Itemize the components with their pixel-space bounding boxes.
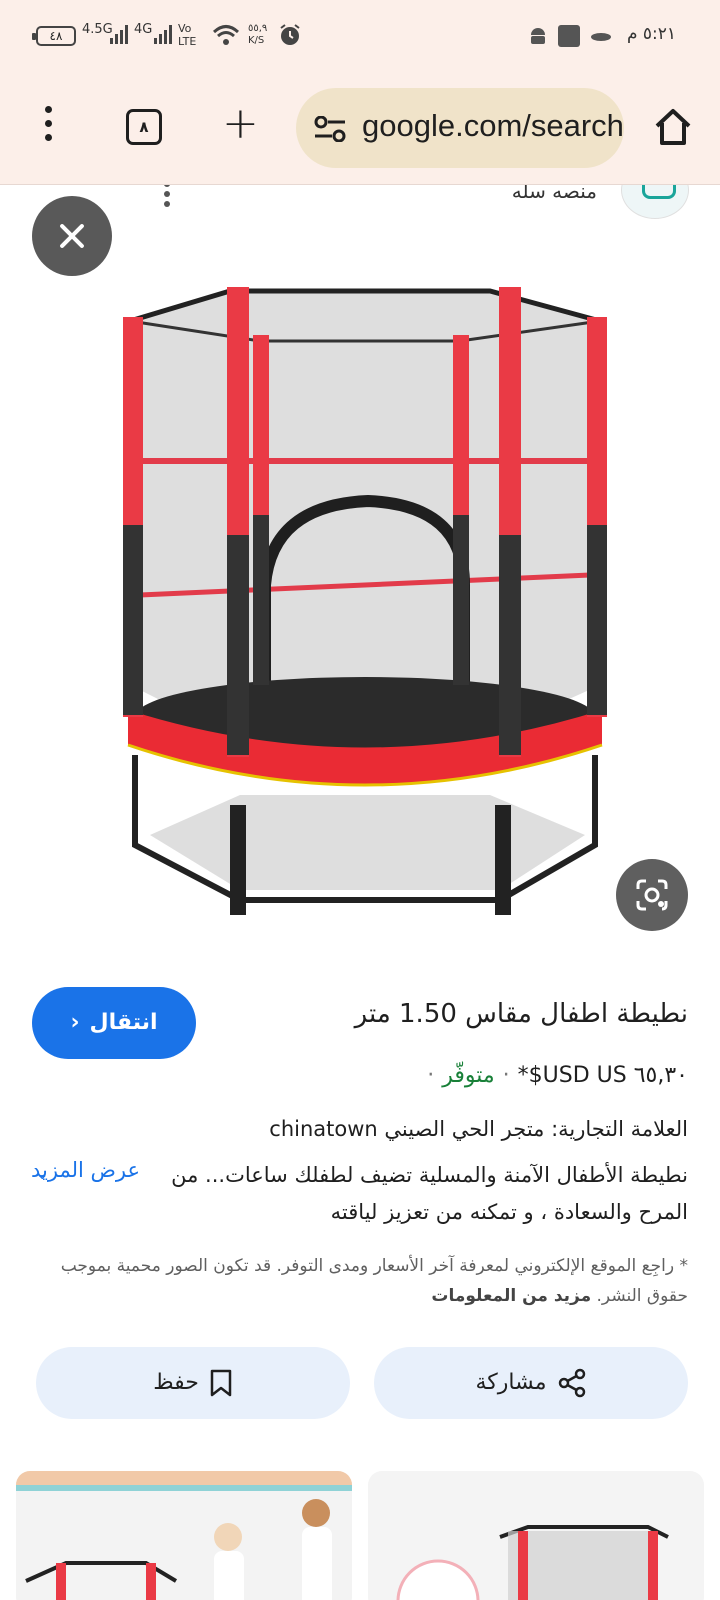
availability: متوفّر	[442, 1063, 495, 1088]
visit-button[interactable]: انتقال ‹	[32, 987, 196, 1059]
alarm-icon	[280, 24, 300, 45]
plus-icon[interactable]: +	[222, 102, 259, 146]
browser-toolbar: ٨ + google.com/search	[0, 72, 720, 185]
related-image-left[interactable]	[16, 1471, 352, 1600]
share-icon	[558, 1368, 585, 1398]
save-button[interactable]: حفظ	[36, 1347, 350, 1419]
chevron-left-icon: ‹	[70, 1010, 80, 1035]
product-image[interactable]	[40, 265, 680, 945]
related-image-left-graphic	[16, 1471, 352, 1600]
home-icon[interactable]	[652, 106, 694, 148]
status-bar: ٤٨ 4.5G 4G Vo LTE ٥٥,٩ K/S ٥:٢١ م	[0, 0, 720, 72]
cloud-icon	[591, 33, 611, 41]
product-title: نطيطة اطفال مقاس 1.50 متر	[354, 999, 688, 1029]
tab-switcher-icon[interactable]: ٨	[126, 109, 162, 145]
battery-icon: ٤٨	[32, 26, 76, 46]
source-name[interactable]: منصه سله	[512, 185, 597, 203]
brand-line: العلامة التجارية: متجر الحي الصيني china…	[269, 1117, 688, 1141]
signal-icon-1	[110, 24, 128, 44]
product-description: نطيطة الأطفال الآمنة والمسلية تضيف لطفلك…	[171, 1163, 688, 1224]
more-options-icon[interactable]	[164, 185, 172, 207]
network-label-1: 4.5G	[82, 22, 113, 37]
bookmark-icon	[210, 1369, 232, 1397]
share-button[interactable]: مشاركة	[374, 1347, 688, 1419]
network-speed: ٥٥,٩ K/S	[248, 23, 268, 46]
signal-icon-2	[154, 24, 172, 44]
learn-more-link[interactable]: مزيد من المعلومات	[431, 1286, 591, 1306]
close-icon[interactable]	[32, 196, 112, 276]
google-lens-icon[interactable]	[616, 859, 688, 931]
app-notification-icon	[558, 25, 580, 47]
save-label: حفظ	[153, 1370, 199, 1395]
tune-icon[interactable]	[314, 116, 346, 142]
wifi-icon	[212, 25, 240, 45]
price: ٦٥,٣٠ USD US$*	[517, 1063, 688, 1088]
disclaimer: * راجِع الموقع الإلكتروني لمعرفة آخر الأ…	[32, 1251, 688, 1311]
price-line: ٦٥,٣٠ USD US$*·متوفّر·	[427, 1063, 688, 1088]
chevron-down-icon[interactable]: ⌄	[36, 1165, 49, 1183]
related-image-right[interactable]	[368, 1471, 704, 1600]
source-logo[interactable]	[621, 185, 689, 219]
android-icon	[531, 28, 545, 44]
disclaimer-text: * راجِع الموقع الإلكتروني لمعرفة آخر الأ…	[60, 1256, 688, 1306]
clock: ٥:٢١ م	[626, 24, 676, 44]
volte-label: Vo LTE	[178, 22, 197, 48]
network-label-2: 4G	[134, 22, 153, 37]
visit-label: انتقال	[89, 1010, 158, 1035]
share-label: مشاركة	[475, 1370, 547, 1395]
related-image-right-graphic	[396, 1525, 669, 1600]
image-preview-panel: منصه سله انتقال‹ نطيطة اطفال مقاس 1.50 م…	[0, 185, 720, 1600]
address-bar[interactable]: google.com/search	[296, 88, 624, 168]
menu-dots-icon[interactable]	[40, 106, 56, 146]
url-text[interactable]: google.com/search	[362, 108, 624, 144]
